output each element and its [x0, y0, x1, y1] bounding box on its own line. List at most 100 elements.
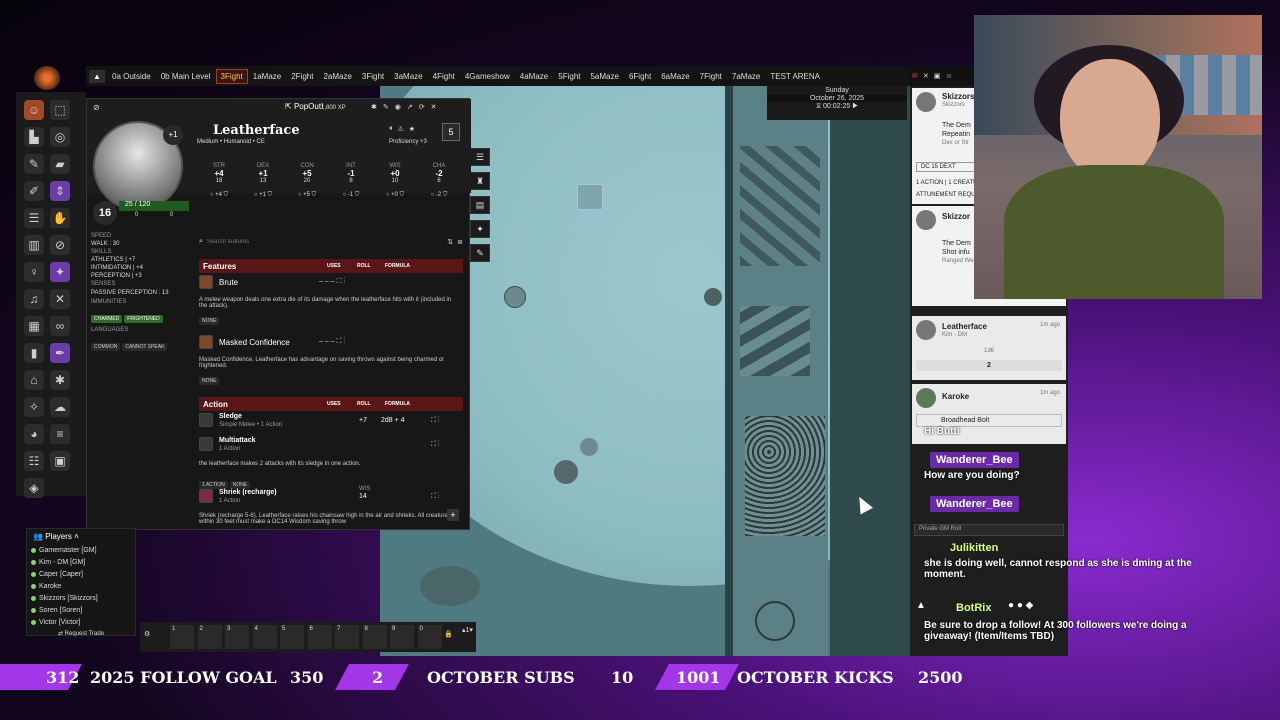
ability-con[interactable]: CON +5 20 ○ +5 ⛉ [289, 163, 325, 199]
feature-row[interactable]: Brute – – – ⛶ ⋮ A melee weapon deals one e… [199, 275, 463, 329]
action-controls[interactable]: ⛶ ⋮ [431, 417, 440, 425]
action-roll[interactable]: 14 [359, 493, 367, 500]
layers-icon[interactable]: ◈ [24, 478, 44, 498]
wall-icon[interactable]: ✐ [24, 181, 44, 201]
ability-dex[interactable]: DEX +1 13 ○ +1 ⛉ [245, 163, 281, 199]
scene-tab[interactable]: 7aMaze [728, 70, 764, 83]
hp-bar[interactable]: 25 / 120 [119, 201, 189, 211]
list-ordered-icon[interactable]: ☷ [24, 451, 44, 471]
feature-row[interactable]: Masked Confidence – – – ⛶ ⋮ Masked Confide… [199, 335, 463, 389]
film-icon[interactable]: ▣ [50, 451, 70, 471]
macro-slot[interactable]: 9 [390, 625, 414, 649]
scene-tab[interactable]: 0a Outside [108, 70, 155, 83]
players-header[interactable]: 👥 Players ˄ [27, 529, 135, 544]
star-icon[interactable]: ✦ [50, 262, 70, 282]
scene-tab[interactable]: 4Gameshow [461, 70, 514, 83]
collapse-scenes-button[interactable]: ▲ [89, 69, 105, 83]
close-icon[interactable]: ✕ [431, 103, 437, 111]
actors-icon[interactable]: ☺ [945, 73, 952, 80]
music-icon[interactable]: ♫ [24, 289, 44, 309]
roll-result[interactable]: 2 [916, 360, 1062, 371]
player-item[interactable]: Skizzors [Skizzors] [27, 592, 135, 604]
add-item-button[interactable]: + [447, 509, 459, 521]
crossed-swords-icon[interactable]: ✕ [50, 289, 70, 309]
scene-tab[interactable]: 1aMaze [249, 70, 285, 83]
skill-item[interactable]: PERCEPTION | +3 [91, 273, 193, 279]
list-icon[interactable]: ☰ [24, 208, 44, 228]
sort-icon[interactable]: ⇅ [447, 238, 453, 246]
hand-icon[interactable]: ✋ [50, 208, 70, 228]
token-icon[interactable]: ☺ [24, 100, 44, 120]
sync-icon[interactable]: ⟳ [419, 103, 425, 111]
skill-item[interactable]: INTIMIDATION | +4 [91, 265, 193, 271]
scene-tab[interactable]: 3Fight [215, 68, 248, 84]
macro-slot[interactable]: 8 [362, 625, 387, 649]
scene-tab[interactable]: 0b Main Level [157, 70, 215, 83]
drawing-icon[interactable]: ✎ [24, 154, 44, 174]
tent-icon[interactable]: ⌂ [24, 370, 44, 390]
player-item[interactable]: Soren [Soren] [27, 604, 135, 616]
scene-tab[interactable]: TEST ARENA [766, 70, 824, 83]
macro-slot[interactable]: 7 [335, 625, 359, 649]
up-icon[interactable]: ⇕ [50, 181, 70, 201]
macro-page-stepper[interactable]: ▴1▾ [462, 626, 473, 634]
door-icon[interactable]: ▥ [24, 235, 44, 255]
ruler-icon[interactable]: ▰ [50, 154, 70, 174]
token[interactable] [580, 438, 598, 456]
gear-icon[interactable]: ✱ [50, 370, 70, 390]
link-icon[interactable]: ∞ [50, 316, 70, 336]
sheet-menu-icon[interactable]: ⊘ [93, 103, 100, 112]
macro-slot[interactable]: 5 [280, 625, 304, 649]
database-icon[interactable]: ≡ [50, 424, 70, 444]
legendary-actions[interactable]: 5 [442, 123, 460, 141]
target-icon[interactable]: ◎ [50, 127, 70, 147]
wand-icon[interactable]: ✧ [24, 397, 44, 417]
palette-icon[interactable]: ◕ [24, 424, 44, 444]
player-item[interactable]: Kim - DM [GM] [27, 556, 135, 568]
ability-str[interactable]: STR +4 18 ○ +4 ⛉ [201, 163, 237, 199]
action-formula[interactable]: 2d8 + 4 [381, 417, 405, 424]
scene-tab[interactable]: 4aMaze [516, 70, 552, 83]
request-trade-button[interactable]: ⇄ Request Trade [27, 630, 135, 637]
macro-lock-icon[interactable]: ⚙ [144, 630, 150, 638]
token[interactable] [704, 288, 722, 306]
grid-icon[interactable]: ▦ [24, 316, 44, 336]
eye-off-icon[interactable]: ⊘ [50, 235, 70, 255]
eye-icon[interactable]: ◉ [395, 103, 401, 111]
skill-item[interactable]: ATHLETICS | +7 [91, 257, 193, 263]
player-item[interactable]: Victor [Victor] [27, 616, 135, 628]
ability-int[interactable]: INT -1 8 ○ -1 ⛉ [333, 163, 369, 199]
list-icon[interactable]: ☰ [470, 148, 490, 166]
action-controls[interactable]: ⛶ ⋮ [431, 493, 440, 501]
select-icon[interactable]: ⬚ [50, 100, 70, 120]
pause-icon[interactable]: ⏸ [389, 125, 393, 133]
roll-mode-select[interactable]: Private GM Roll [914, 524, 1064, 536]
macro-slot[interactable]: 6 [307, 625, 332, 649]
journal-icon[interactable]: ▤ [470, 196, 490, 214]
feather-icon[interactable]: ✒ [50, 343, 70, 363]
saving-throw[interactable]: ○ -2 ⛉ [421, 192, 457, 199]
token[interactable] [504, 286, 526, 308]
scenes-icon[interactable]: ▣ [934, 72, 941, 80]
search-input[interactable] [206, 239, 387, 245]
scene-tab[interactable]: 2Fight [287, 70, 317, 83]
external-link-icon[interactable]: ↗ [407, 103, 413, 111]
scene-tab[interactable]: 6Fight [625, 70, 655, 83]
foundry-logo[interactable] [34, 66, 60, 90]
scene-tab[interactable]: 3Fight [358, 70, 388, 83]
bookmark-icon[interactable]: ▮ [24, 343, 44, 363]
player-item[interactable]: Karoke [27, 580, 135, 592]
combat-icon[interactable]: ✕ [923, 72, 929, 80]
token[interactable] [554, 460, 578, 484]
saving-throw[interactable]: ○ +4 ⛉ [201, 192, 237, 199]
saving-throw[interactable]: ○ +0 ⛉ [377, 192, 413, 199]
tile-icon[interactable]: ▙ [24, 127, 44, 147]
scene-tab[interactable]: 7Fight [696, 70, 726, 83]
token-icon[interactable]: ♜ [470, 172, 490, 190]
macro-slot[interactable]: 4 [252, 625, 277, 649]
macro-slot[interactable]: 3 [225, 625, 249, 649]
action-row[interactable]: Multiattack 1 Action ⛶ ⋮ the leatherface ma… [199, 437, 463, 489]
token-selected[interactable] [577, 184, 603, 210]
chat-card-leatherface[interactable]: Leatherface Kim - DM 1m ago 1d6 2 [912, 316, 1066, 380]
action-controls[interactable]: ⛶ ⋮ [431, 441, 440, 449]
